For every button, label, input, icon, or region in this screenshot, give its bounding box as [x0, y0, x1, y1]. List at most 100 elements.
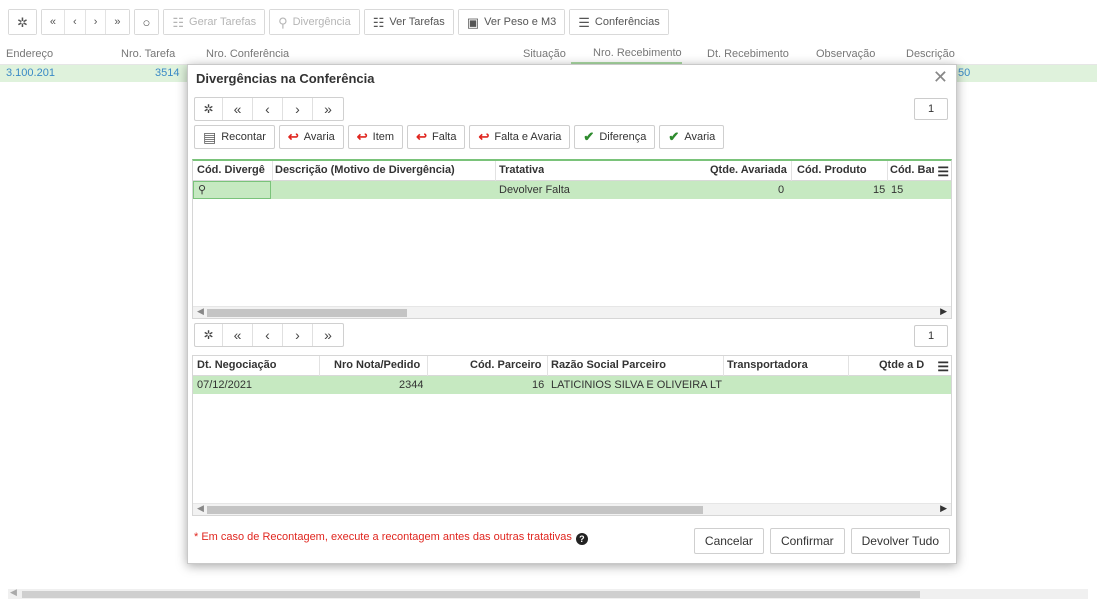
scroll-left-icon[interactable]: ◀: [10, 587, 17, 598]
col-cod-divergencia[interactable]: Cód. Divergê: [197, 164, 271, 176]
scroll-right-icon[interactable]: ▶: [940, 503, 947, 514]
cell-cod-barras: 15: [891, 184, 904, 196]
next-page-button[interactable]: ›: [283, 324, 313, 346]
ver-tarefas-button[interactable]: ☷ Ver Tarefas: [364, 10, 453, 34]
col-nro-recebimento[interactable]: Nro. Recebimento: [571, 47, 682, 64]
record-nav-group: « ‹ › »: [40, 9, 130, 35]
col-descricao-motivo[interactable]: Descrição (Motivo de Divergência): [275, 164, 455, 176]
last-page-button[interactable]: »: [313, 324, 343, 346]
cell-dt-negociacao: 07/12/2021: [197, 379, 253, 391]
check-icon: ✔: [668, 129, 680, 144]
top-grid-nav: ✲ « ‹ › »: [194, 97, 344, 121]
first-page-button[interactable]: «: [223, 324, 253, 346]
avaria-accept-button[interactable]: ✔ Avaria: [659, 125, 725, 149]
col-observacao[interactable]: Observação: [816, 48, 875, 60]
page-number-input[interactable]: 1: [914, 98, 948, 120]
col-dt-recebimento[interactable]: Dt. Recebimento: [707, 48, 789, 60]
gear-icon[interactable]: ✲: [195, 324, 223, 346]
cod-divergencia-search-input[interactable]: ⚲: [193, 181, 271, 199]
gear-icon[interactable]: ✲: [195, 98, 223, 120]
divergence-grid-header: Cód. Divergê Descrição (Motivo de Diverg…: [193, 161, 951, 181]
col-situacao[interactable]: Situação: [523, 48, 566, 60]
conferencias-button[interactable]: ☰ Conferências: [570, 10, 668, 34]
col-qtde-avariada[interactable]: Qtde. Avariada: [710, 164, 787, 176]
divergencia-group: ⚲ Divergência: [269, 9, 360, 35]
diferenca-accept-button[interactable]: ✔ Diferença: [574, 125, 656, 149]
scroll-left-icon[interactable]: ◀: [197, 503, 204, 514]
col-dt-negociacao[interactable]: Dt. Negociação: [197, 359, 276, 371]
previous-record-button[interactable]: ‹: [65, 10, 86, 34]
table-row[interactable]: 07/12/2021 2344 16 LATICINIOS SILVA E OL…: [193, 376, 951, 394]
scale-icon: ▣: [466, 14, 480, 30]
next-record-button[interactable]: ›: [85, 10, 107, 34]
divergence-actions: ▤ Recontar ↩ Avaria ↩ Item ↩ Falta ↩ Falta e …: [194, 125, 725, 149]
col-qtde[interactable]: Qtde a D: [879, 359, 935, 371]
cell-nro-tarefa: 3514: [155, 67, 180, 79]
scroll-thumb[interactable]: [22, 591, 920, 598]
divergencia-button[interactable]: ⚲ Divergência: [270, 10, 359, 34]
col-cod-produto[interactable]: Cód. Produto: [797, 164, 867, 176]
confirm-button[interactable]: Confirmar: [769, 528, 845, 554]
falta-avaria-return-button[interactable]: ↩ Falta e Avaria: [469, 125, 571, 149]
col-descricao[interactable]: Descrição: [906, 48, 955, 60]
col-cod-parceiro[interactable]: Cód. Parceiro: [470, 359, 542, 371]
col-nro-conferencia[interactable]: Nro. Conferência: [206, 48, 289, 60]
next-page-button[interactable]: ›: [283, 98, 313, 120]
ver-tarefas-group: ☷ Ver Tarefas: [363, 9, 454, 35]
cell-endereco: 3.100.201: [6, 67, 55, 79]
cell-descricao: 50: [958, 67, 971, 79]
gear-icon[interactable]: ✲: [9, 10, 36, 34]
cell-qtde-avariada: 0: [778, 184, 785, 196]
refresh-icon[interactable]: ○: [134, 10, 159, 34]
cancel-button[interactable]: Cancelar: [693, 528, 764, 554]
column-menu-icon[interactable]: ☰: [937, 359, 949, 375]
col-transportadora[interactable]: Transportadora: [727, 359, 808, 371]
col-endereco[interactable]: Endereço: [6, 48, 53, 60]
item-return-button[interactable]: ↩ Item: [347, 125, 404, 149]
page-number-input[interactable]: 1: [914, 325, 948, 347]
main-grid-header: Endereço Nro. Tarefa Nro. Conferência Si…: [0, 43, 1097, 65]
last-record-button[interactable]: »: [106, 10, 129, 34]
col-nro-nota[interactable]: Nro Nota/Pedido: [334, 359, 420, 371]
dialog-title: Divergências na Conferência: [196, 71, 375, 86]
return-icon: ↩: [478, 129, 490, 144]
negotiation-grid: Dt. Negociação Nro Nota/Pedido Cód. Parc…: [192, 355, 952, 516]
scroll-left-icon[interactable]: ◀: [197, 306, 204, 317]
previous-page-button[interactable]: ‹: [253, 324, 283, 346]
recontagem-note: * Em caso de Recontagem, execute a recon…: [194, 531, 588, 545]
divergence-grid-scrollbar[interactable]: ◀ ▶: [193, 306, 951, 318]
scroll-right-icon[interactable]: ▶: [940, 306, 947, 317]
return-icon: ↩: [416, 129, 427, 144]
col-cod-barras[interactable]: Cód. Bar: [890, 164, 934, 176]
scroll-thumb[interactable]: [207, 506, 703, 514]
help-icon[interactable]: ?: [575, 533, 588, 545]
cell-razao-social: LATICINIOS SILVA E OLIVEIRA LT: [551, 379, 722, 391]
first-record-button[interactable]: «: [41, 10, 66, 34]
col-nro-tarefa[interactable]: Nro. Tarefa: [121, 48, 175, 60]
check-icon: ✔: [583, 129, 595, 144]
divergence-grid: Cód. Divergê Descrição (Motivo de Diverg…: [192, 159, 952, 319]
table-row[interactable]: ⚲ Devolver Falta 0 15 15: [193, 181, 951, 199]
close-icon[interactable]: ✕: [933, 67, 948, 88]
main-horizontal-scrollbar[interactable]: ◀: [8, 587, 1088, 599]
avaria-return-button[interactable]: ↩ Avaria: [278, 125, 344, 149]
last-page-button[interactable]: »: [313, 98, 343, 120]
ver-peso-button[interactable]: ▣ Ver Peso e M3: [458, 10, 565, 34]
column-menu-icon[interactable]: ☰: [937, 164, 949, 180]
recontar-button[interactable]: ▤ Recontar: [194, 125, 275, 149]
col-razao-social[interactable]: Razão Social Parceiro: [551, 359, 666, 371]
negotiation-grid-scrollbar[interactable]: ◀ ▶: [193, 503, 951, 515]
conferencias-group: ☰ Conferências: [569, 9, 669, 35]
list-icon: ☷: [372, 14, 385, 30]
falta-return-button[interactable]: ↩ Falta: [407, 125, 466, 149]
previous-page-button[interactable]: ‹: [253, 98, 283, 120]
first-page-button[interactable]: «: [223, 98, 253, 120]
devolver-tudo-button[interactable]: Devolver Tudo: [850, 528, 950, 554]
divergencias-dialog: Divergências na Conferência ✕ ✲ « ‹ › » …: [187, 64, 957, 564]
list-icon: ☷: [172, 14, 185, 30]
scroll-thumb[interactable]: [207, 309, 407, 317]
gerar-tarefas-button[interactable]: ☷ Gerar Tarefas: [164, 10, 265, 34]
col-tratativa[interactable]: Tratativa: [499, 164, 544, 176]
return-icon: ↩: [356, 129, 368, 144]
search-icon: ⚲: [278, 14, 288, 30]
